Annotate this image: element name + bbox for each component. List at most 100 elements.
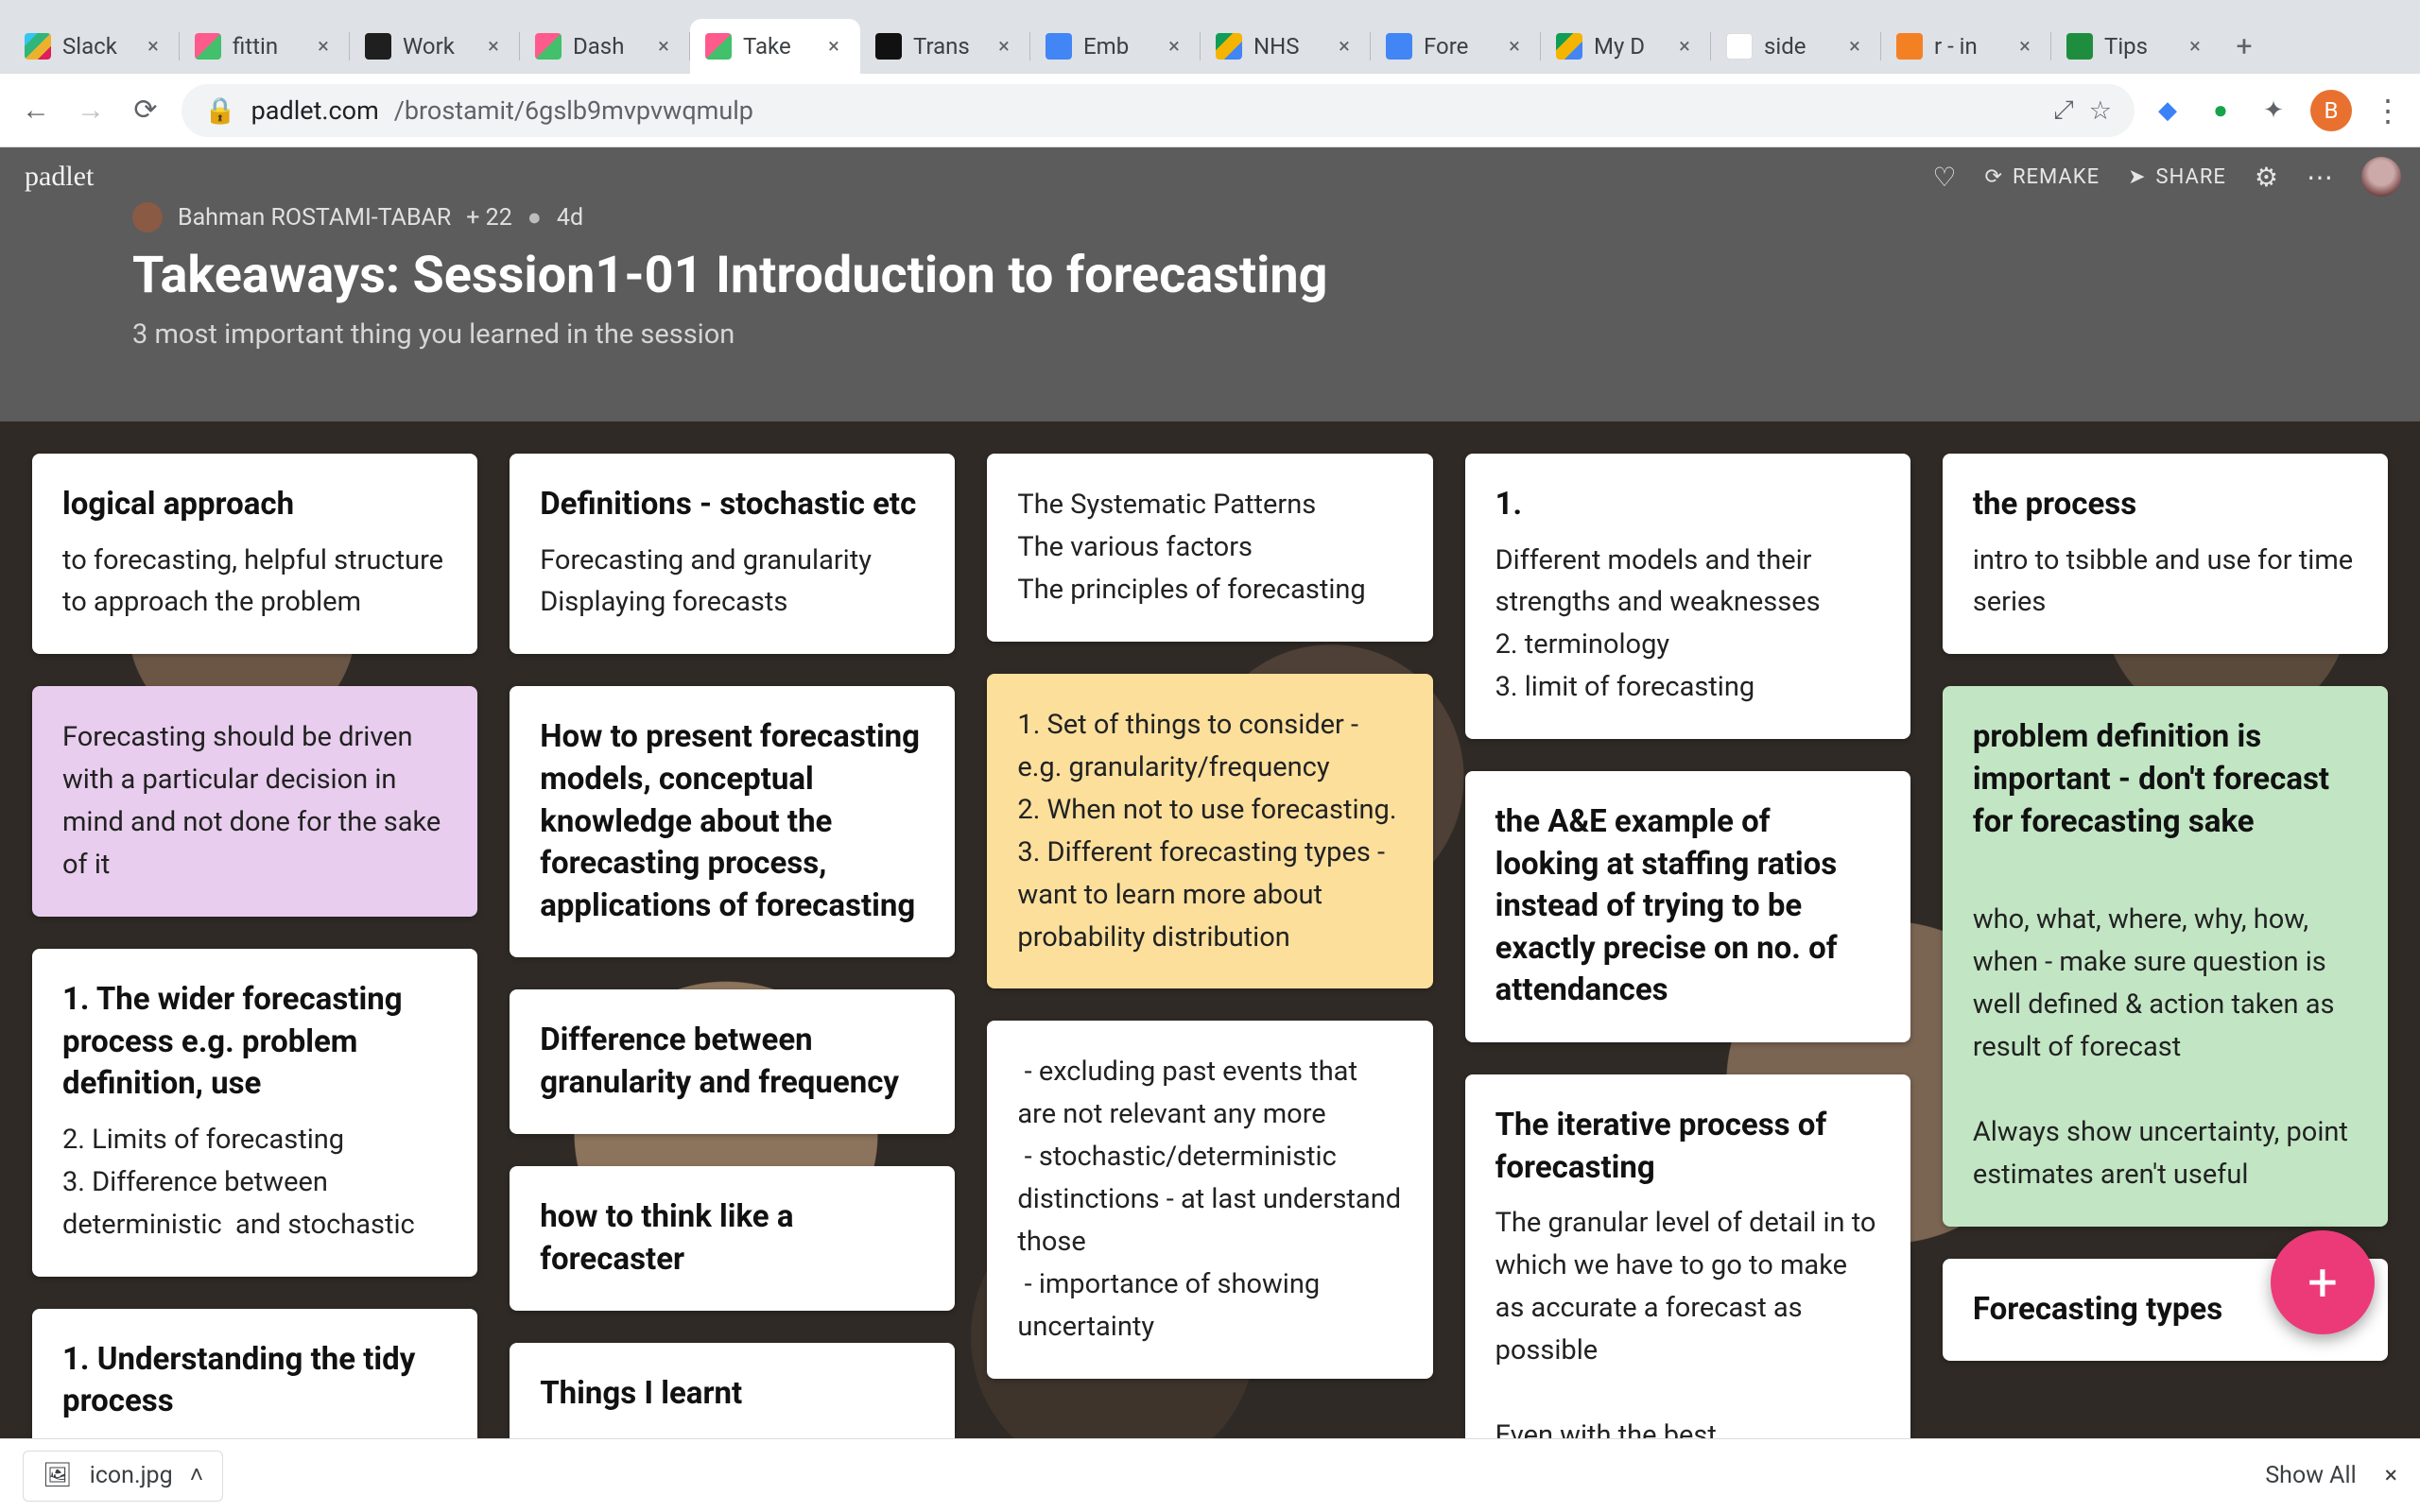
- share-button[interactable]: ➤SHARE: [2128, 165, 2226, 189]
- browser-tab[interactable]: Emb×: [1030, 19, 1201, 74]
- post-title: how to think like a forecaster: [540, 1196, 925, 1280]
- close-icon[interactable]: ×: [482, 35, 505, 58]
- author-avatar[interactable]: [132, 202, 163, 232]
- post-title: The iterative process of forecasting: [1495, 1105, 1880, 1189]
- close-icon[interactable]: ×: [1503, 35, 1526, 58]
- post-card[interactable]: The Systematic Patterns The various fact…: [987, 454, 1432, 642]
- post-card[interactable]: logical approachto forecasting, helpful …: [32, 454, 477, 654]
- download-filename: icon.jpg: [90, 1462, 173, 1489]
- favicon-icon: [195, 33, 221, 60]
- post-card[interactable]: The iterative process of forecastingThe …: [1465, 1074, 1910, 1438]
- reload-button[interactable]: ⟳: [127, 92, 164, 129]
- post-card[interactable]: How to present forecasting models, conce…: [510, 686, 955, 957]
- close-icon[interactable]: ×: [652, 35, 675, 58]
- favicon-icon: [1046, 33, 1072, 60]
- kebab-menu-icon[interactable]: ⋮: [2373, 93, 2403, 129]
- contributor-count[interactable]: + 22: [466, 204, 512, 232]
- more-icon[interactable]: ⋯: [2307, 162, 2333, 193]
- share-label: SHARE: [2156, 165, 2226, 189]
- post-card[interactable]: 1. Understanding the tidy process: [32, 1309, 477, 1438]
- address-bar[interactable]: 🔒 padlet.com/brostamit/6gslb9mvpvwqmulp …: [182, 84, 2135, 137]
- remake-icon: ⟳: [1985, 165, 2003, 189]
- open-external-icon[interactable]: ⤢: [2053, 94, 2074, 126]
- browser-tab[interactable]: Slack×: [9, 19, 180, 74]
- post-body: Forecasting should be driven with a part…: [62, 716, 447, 886]
- browser-tab[interactable]: Trans ×: [860, 19, 1030, 74]
- close-icon[interactable]: ×: [142, 35, 164, 58]
- remake-button[interactable]: ⟳REMAKE: [1985, 165, 2100, 189]
- post-body: Forecasting and granularity Displaying f…: [540, 540, 925, 625]
- browser-tab[interactable]: Work ×: [350, 19, 520, 74]
- close-icon[interactable]: ×: [312, 35, 335, 58]
- extension-icon[interactable]: ●: [2204, 94, 2237, 127]
- tab-title: Take: [743, 33, 811, 60]
- post-card[interactable]: the A&E example of looking at staffing r…: [1465, 771, 1910, 1042]
- url-path: /brostamit/6gslb9mvpvwqmulp: [394, 95, 753, 126]
- browser-tab[interactable]: Fore×: [1371, 19, 1541, 74]
- close-icon[interactable]: ×: [2385, 1462, 2397, 1489]
- post-title: 1.: [1495, 484, 1880, 526]
- author-row: Bahman ROSTAMI-TABAR + 22 ● 4d: [132, 202, 2382, 232]
- show-all-button[interactable]: Show All: [2265, 1462, 2356, 1489]
- post-card[interactable]: Things I learnt: [510, 1343, 955, 1438]
- post-title: problem definition is important - don't …: [1973, 716, 2358, 843]
- close-icon[interactable]: ×: [1843, 35, 1866, 58]
- tab-title: Work: [403, 33, 471, 60]
- close-icon[interactable]: ×: [993, 35, 1015, 58]
- tab-title: NHS: [1253, 33, 1322, 60]
- post-card[interactable]: 1. The wider forecasting process e.g. pr…: [32, 949, 477, 1276]
- close-icon[interactable]: ×: [822, 35, 845, 58]
- new-tab-button[interactable]: +: [2221, 19, 2267, 74]
- heart-icon[interactable]: ♡: [1932, 162, 1956, 193]
- padlet-logo[interactable]: padlet: [25, 161, 94, 193]
- close-icon[interactable]: ×: [2184, 35, 2206, 58]
- add-post-fab[interactable]: +: [2271, 1230, 2375, 1334]
- tab-title: side: [1764, 33, 1832, 60]
- favicon-icon: [535, 33, 562, 60]
- post-body: - excluding past events that are not rel…: [1017, 1051, 1402, 1349]
- browser-tab[interactable]: Dash×: [520, 19, 690, 74]
- browser-tab[interactable]: Tips×: [2051, 19, 2221, 74]
- post-card[interactable]: Forecasting should be driven with a part…: [32, 686, 477, 917]
- post-card[interactable]: 1.Different models and their strengths a…: [1465, 454, 1910, 739]
- favicon-icon: [1726, 33, 1753, 60]
- post-card[interactable]: Difference between granularity and frequ…: [510, 989, 955, 1134]
- post-body: The Systematic Patterns The various fact…: [1017, 484, 1402, 611]
- close-icon[interactable]: ×: [2014, 35, 2036, 58]
- extensions-menu-icon[interactable]: ✦: [2257, 94, 2290, 127]
- tab-title: Trans: [913, 33, 981, 60]
- post-card[interactable]: the processintro to tsibble and use for …: [1943, 454, 2388, 654]
- post-card[interactable]: Definitions - stochastic etcForecasting …: [510, 454, 955, 654]
- chevron-up-icon[interactable]: ˄: [190, 1462, 204, 1489]
- post-card[interactable]: problem definition is important - don't …: [1943, 686, 2388, 1226]
- board-header: padlet ♡ ⟳REMAKE ➤SHARE ⚙ ⋯ Bahman ROSTA…: [0, 147, 2420, 421]
- browser-tab[interactable]: My D×: [1541, 19, 1711, 74]
- user-avatar[interactable]: [2361, 157, 2401, 197]
- close-icon[interactable]: ×: [1163, 35, 1185, 58]
- browser-tab-active[interactable]: Take ×: [690, 19, 860, 74]
- profile-avatar[interactable]: B: [2310, 90, 2352, 131]
- browser-tab[interactable]: side ×: [1711, 19, 1881, 74]
- lock-icon: 🔒: [204, 95, 236, 126]
- extension-icon[interactable]: ◆: [2152, 94, 2184, 127]
- download-chip[interactable]: 🖼 icon.jpg ˄: [23, 1451, 223, 1502]
- plus-icon: +: [2308, 1251, 2338, 1314]
- close-icon[interactable]: ×: [1673, 35, 1696, 58]
- post-card[interactable]: - excluding past events that are not rel…: [987, 1021, 1432, 1379]
- back-button[interactable]: ←: [17, 92, 55, 129]
- post-card[interactable]: how to think like a forecaster: [510, 1166, 955, 1311]
- board-columns[interactable]: logical approachto forecasting, helpful …: [0, 421, 2420, 1438]
- board-column: The Systematic Patterns The various fact…: [987, 454, 1432, 1438]
- favicon-icon: [705, 33, 732, 60]
- tab-title: r - in: [1934, 33, 2002, 60]
- star-icon[interactable]: ☆: [2089, 95, 2112, 126]
- browser-tab[interactable]: r - in ×: [1881, 19, 2051, 74]
- browser-tab[interactable]: NHS ×: [1201, 19, 1371, 74]
- browser-tab[interactable]: fittin×: [180, 19, 350, 74]
- favicon-icon: [1216, 33, 1242, 60]
- author-name[interactable]: Bahman ROSTAMI-TABAR: [178, 204, 451, 232]
- close-icon[interactable]: ×: [1333, 35, 1356, 58]
- forward-button[interactable]: →: [72, 92, 110, 129]
- post-card[interactable]: 1. Set of things to consider - e.g. gran…: [987, 674, 1432, 989]
- gear-icon[interactable]: ⚙: [2255, 162, 2278, 193]
